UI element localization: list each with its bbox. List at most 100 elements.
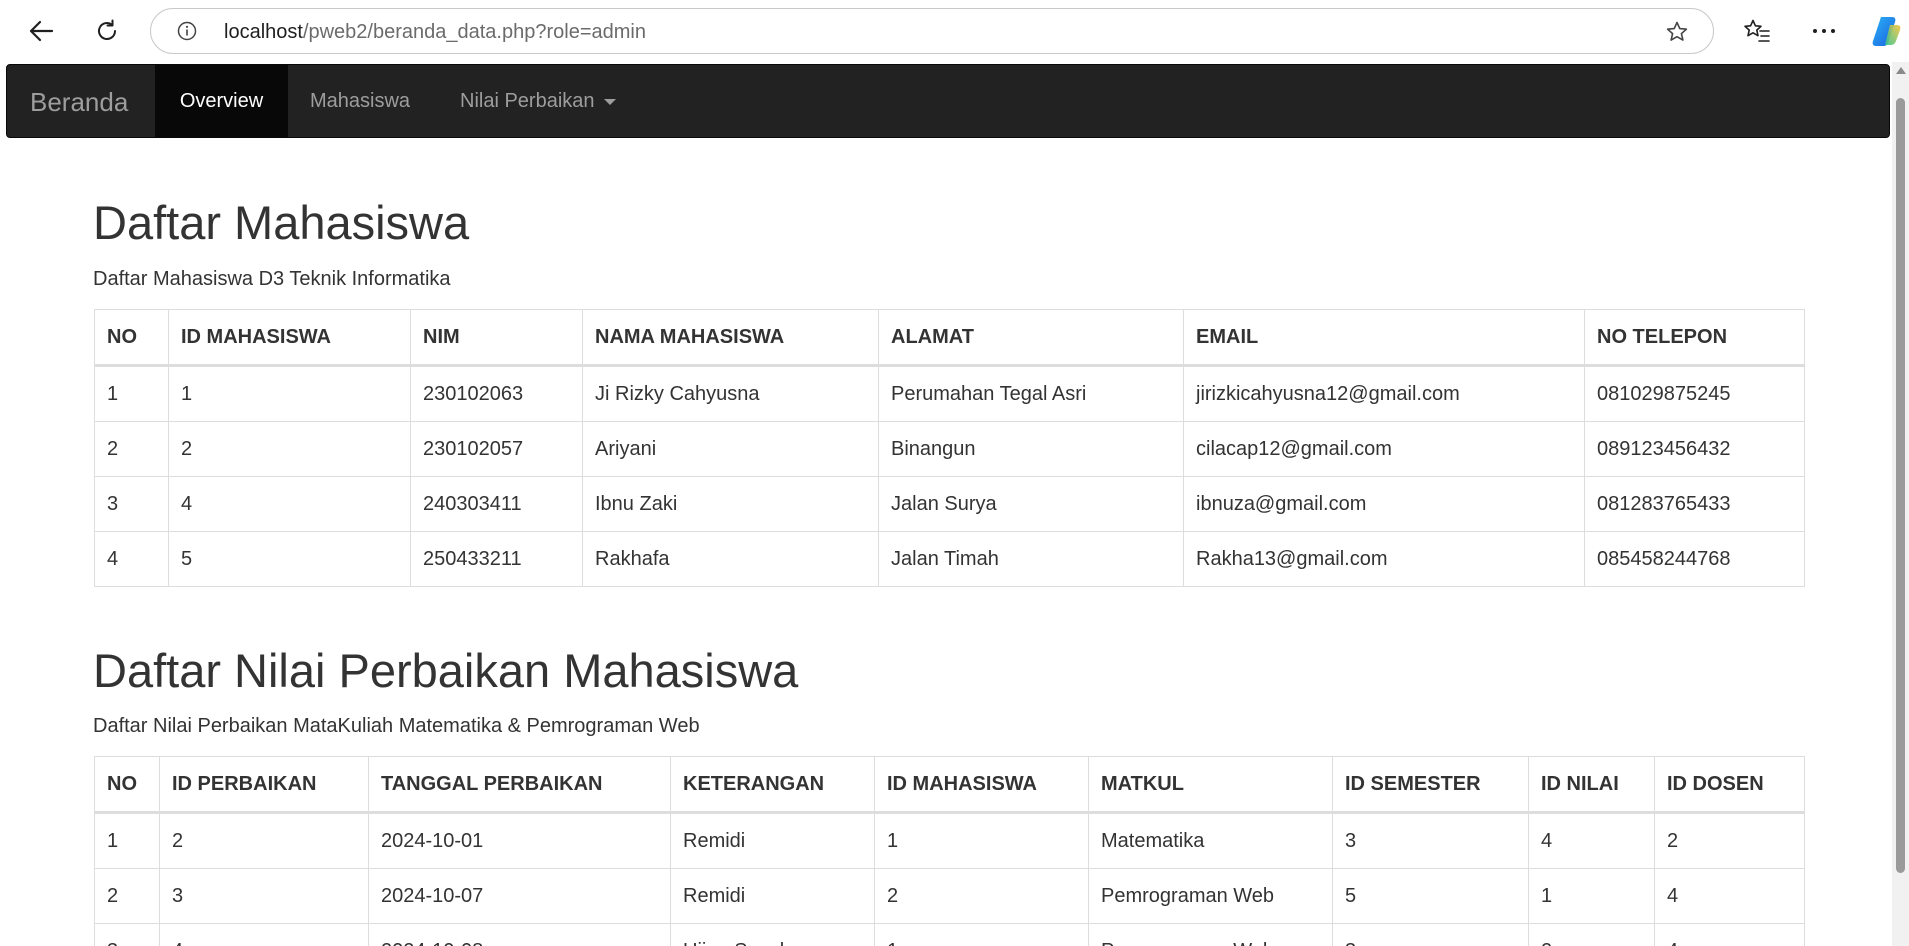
table-cell: Ji Rizky Cahyusna bbox=[582, 365, 879, 422]
vertical-scrollbar[interactable] bbox=[1892, 62, 1909, 946]
mahasiswa-subtitle: Daftar Mahasiswa D3 Teknik Informatika bbox=[93, 268, 451, 290]
nav-item-overview[interactable]: Overview bbox=[155, 65, 288, 137]
table-cell: 3 bbox=[1332, 923, 1529, 946]
scrollbar-thumb[interactable] bbox=[1896, 98, 1905, 873]
column-header: ID DOSEN bbox=[1654, 756, 1805, 814]
nav-item-label: Mahasiswa bbox=[310, 89, 411, 112]
table-cell: Ariyani bbox=[582, 421, 879, 477]
table-cell: 230102063 bbox=[410, 365, 583, 422]
table-cell: 1 bbox=[168, 365, 411, 422]
table-cell: 250433211 bbox=[410, 531, 583, 587]
navbar: Beranda Overview Mahasiswa Nilai Perbaik… bbox=[6, 64, 1890, 138]
nav-item-mahasiswa[interactable]: Mahasiswa bbox=[310, 65, 410, 137]
column-header: ID SEMESTER bbox=[1332, 756, 1529, 814]
caret-down-icon bbox=[603, 99, 616, 105]
reload-icon bbox=[98, 19, 116, 40]
nilai-perbaikan-table: NO ID PERBAIKAN TANGGAL PERBAIKAN KETERANGA… bbox=[94, 756, 1805, 946]
column-header: NIM bbox=[410, 309, 583, 367]
favorites-icon bbox=[1744, 19, 1770, 42]
table-cell: 2 bbox=[94, 868, 160, 924]
table-cell: 2 bbox=[94, 421, 169, 477]
table-cell: 1 bbox=[874, 812, 1089, 869]
table-row: 3 4 2024-10-08Ujian Susulan1Pemrograman We… bbox=[94, 923, 1805, 946]
table-cell: Jalan Surya bbox=[878, 476, 1184, 532]
info-icon[interactable] bbox=[177, 21, 197, 41]
more-menu-button[interactable] bbox=[1808, 15, 1840, 47]
table-cell: 230102057 bbox=[410, 421, 583, 477]
favorites-button[interactable] bbox=[1741, 15, 1773, 47]
table-cell: 3 bbox=[94, 476, 169, 532]
back-arrow-icon bbox=[29, 20, 54, 42]
nilai-subtitle: Daftar Nilai Perbaikan MataKuliah Matema… bbox=[93, 715, 700, 737]
table-cell: 081283765433 bbox=[1584, 476, 1805, 532]
url-path: /pweb2/beranda_data.php?role=admin bbox=[302, 21, 646, 43]
scroll-up-arrow-icon[interactable] bbox=[1896, 67, 1906, 74]
table-cell: Binangun bbox=[878, 421, 1184, 477]
url-text[interactable]: localhost/pweb2/beranda_data.php?role=ad… bbox=[224, 20, 646, 44]
more-icon bbox=[1813, 29, 1835, 33]
url-host: localhost bbox=[224, 21, 303, 43]
table-cell: Matematika bbox=[1088, 812, 1333, 869]
table-cell: 4 bbox=[94, 531, 169, 587]
table-row: 3 4 240303411 Ibnu Zaki Jalan Surya ibnuza@gm… bbox=[94, 476, 1805, 532]
table-cell: 3 bbox=[94, 923, 160, 946]
table-cell: 2 bbox=[168, 421, 411, 477]
table-row: 4 5 250433211 Rakhafa Jalan Timah Rakha13@gma… bbox=[94, 531, 1805, 587]
table-cell: Remidi bbox=[670, 868, 875, 924]
table-cell: 2024-10-07 bbox=[368, 868, 671, 924]
table-cell: Ujian Susulan bbox=[670, 923, 875, 946]
table-cell: 089123456432 bbox=[1584, 421, 1805, 477]
table-cell: cilacap12@gmail.com bbox=[1183, 421, 1585, 477]
address-bar[interactable]: localhost/pweb2/beranda_data.php?role=ad… bbox=[150, 8, 1714, 54]
table-cell: 1 bbox=[94, 365, 169, 422]
table-row: 2 3 2024-10-07 Remidi 2 Pemrograman Web 5 1 4 bbox=[94, 868, 1805, 924]
column-header: ID MAHASISWA bbox=[874, 756, 1089, 814]
table-cell: 081029875245 bbox=[1584, 365, 1805, 422]
column-header: KETERANGAN bbox=[670, 756, 875, 814]
table-cell: 2024-10-08 bbox=[368, 923, 671, 946]
column-header: ID NILAI bbox=[1528, 756, 1655, 814]
star-icon[interactable] bbox=[1665, 20, 1689, 44]
table-cell: 1 bbox=[1528, 868, 1655, 924]
nav-item-label: Nilai Perbaikan bbox=[460, 89, 595, 112]
table-cell: 5 bbox=[168, 531, 411, 587]
mahasiswa-title: Daftar Mahasiswa bbox=[93, 196, 470, 249]
table-cell: Jalan Timah bbox=[878, 531, 1184, 587]
column-header: NO TELEPON bbox=[1584, 309, 1805, 367]
table-cell: Pemrograman Web bbox=[1088, 868, 1333, 924]
nilai-title: Daftar Nilai Perbaikan Mahasiswa bbox=[93, 644, 799, 697]
navbar-brand[interactable]: Beranda bbox=[30, 87, 128, 117]
table-header-row: NO ID MAHASISWA NIM NAMA MAHASISWA ALAMAT EMA… bbox=[94, 309, 1805, 367]
back-button[interactable] bbox=[21, 11, 61, 51]
table-cell: 4 bbox=[168, 476, 411, 532]
column-header: NO bbox=[94, 756, 160, 814]
table-cell: 4 bbox=[1654, 923, 1805, 946]
table-cell: 2 bbox=[1654, 812, 1805, 869]
copilot-button[interactable] bbox=[1868, 13, 1904, 49]
table-row: 1 2 2024-10-01 Remidi 1 Matematika 3 4 2 bbox=[94, 812, 1805, 869]
table-cell: Ibnu Zaki bbox=[582, 476, 879, 532]
table-cell: 2 bbox=[874, 868, 1089, 924]
column-header: ID PERBAIKAN bbox=[159, 756, 369, 814]
table-cell: Perumahan Tegal Asri bbox=[878, 365, 1184, 422]
column-header: MATKUL bbox=[1088, 756, 1333, 814]
mahasiswa-table: NO ID MAHASISWA NIM NAMA MAHASISWA ALAMAT EMA… bbox=[94, 309, 1805, 587]
column-header: TANGGAL PERBAIKAN bbox=[368, 756, 671, 814]
column-header: ALAMAT bbox=[878, 309, 1184, 367]
table-cell: 1 bbox=[874, 923, 1089, 946]
table-cell: 1 bbox=[94, 812, 160, 869]
column-header: NO bbox=[94, 309, 169, 367]
table-cell: 3 bbox=[159, 868, 369, 924]
copilot-icon bbox=[1872, 17, 1901, 46]
nav-item-nilai-perbaikan[interactable]: Nilai Perbaikan bbox=[460, 65, 616, 137]
table-cell: 2 bbox=[159, 812, 369, 869]
table-cell: Pemrograman Web bbox=[1088, 923, 1333, 946]
table-cell: 240303411 bbox=[410, 476, 583, 532]
reload-button[interactable] bbox=[87, 11, 127, 51]
table-cell: jirizkicahyusna12@gmail.com bbox=[1183, 365, 1585, 422]
table-cell: 2 bbox=[1528, 923, 1655, 946]
table-cell: Rakha13@gmail.com bbox=[1183, 531, 1585, 587]
table-cell: 085458244768 bbox=[1584, 531, 1805, 587]
table-cell: ibnuza@gmail.com bbox=[1183, 476, 1585, 532]
column-header: ID MAHASISWA bbox=[168, 309, 411, 367]
